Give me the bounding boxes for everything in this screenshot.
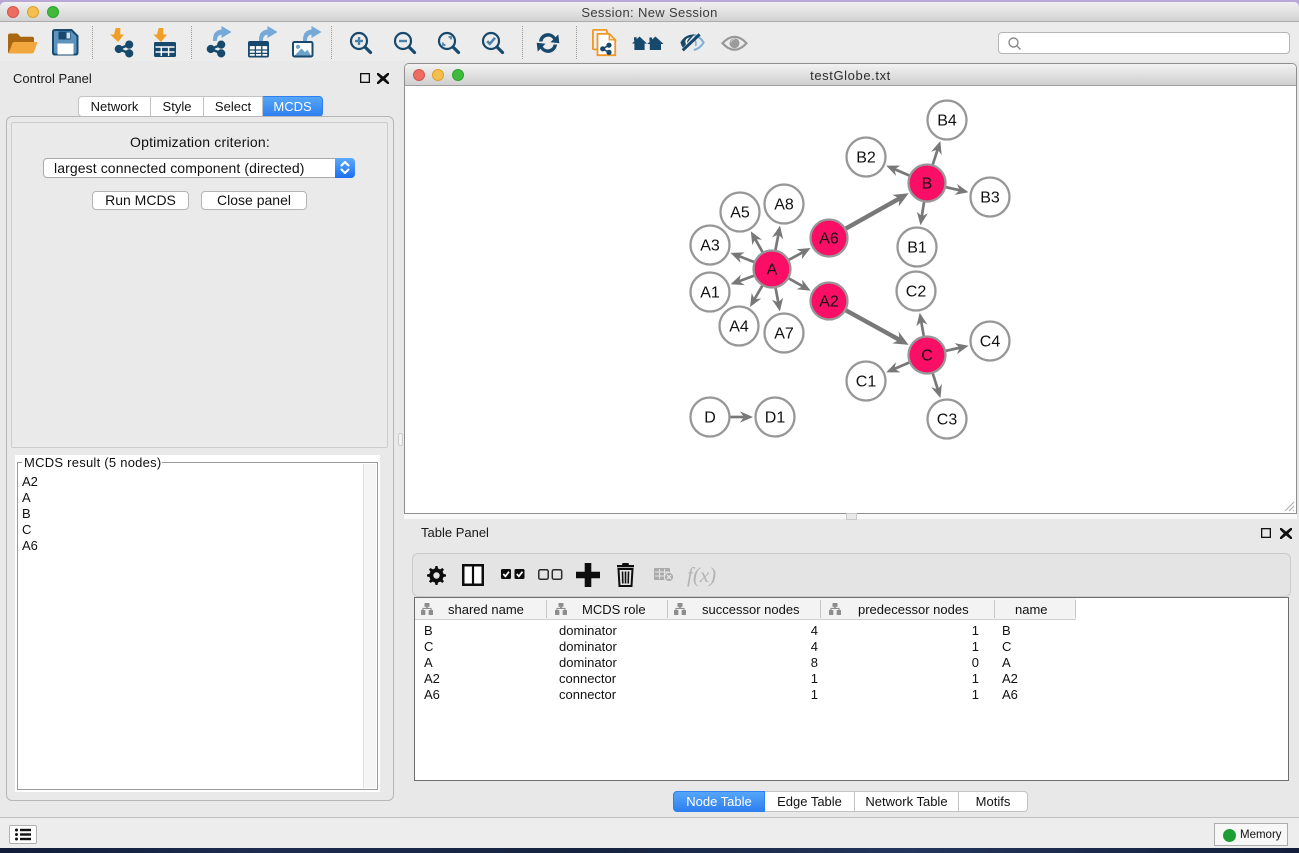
svg-text:C1: C1: [856, 374, 877, 391]
svg-text:A4: A4: [729, 319, 749, 336]
svg-text:C4: C4: [980, 334, 1001, 351]
svg-text:B: B: [922, 176, 933, 193]
svg-text:A2: A2: [819, 294, 839, 311]
svg-text:B2: B2: [856, 150, 876, 167]
svg-text:A6: A6: [819, 231, 839, 248]
svg-text:B4: B4: [937, 113, 957, 130]
svg-text:D1: D1: [765, 410, 786, 427]
svg-text:C3: C3: [937, 412, 958, 429]
svg-text:A8: A8: [774, 197, 794, 214]
svg-text:A7: A7: [774, 326, 794, 343]
svg-text:B1: B1: [907, 240, 927, 257]
svg-text:A3: A3: [700, 238, 720, 255]
svg-text:C: C: [921, 348, 933, 365]
svg-text:A5: A5: [730, 205, 750, 222]
svg-text:D: D: [704, 410, 716, 427]
svg-text:C2: C2: [906, 284, 927, 301]
svg-text:A1: A1: [700, 285, 720, 302]
svg-text:f(x): f(x): [687, 563, 716, 587]
svg-text:A: A: [767, 262, 778, 279]
svg-text:B3: B3: [980, 190, 1000, 207]
